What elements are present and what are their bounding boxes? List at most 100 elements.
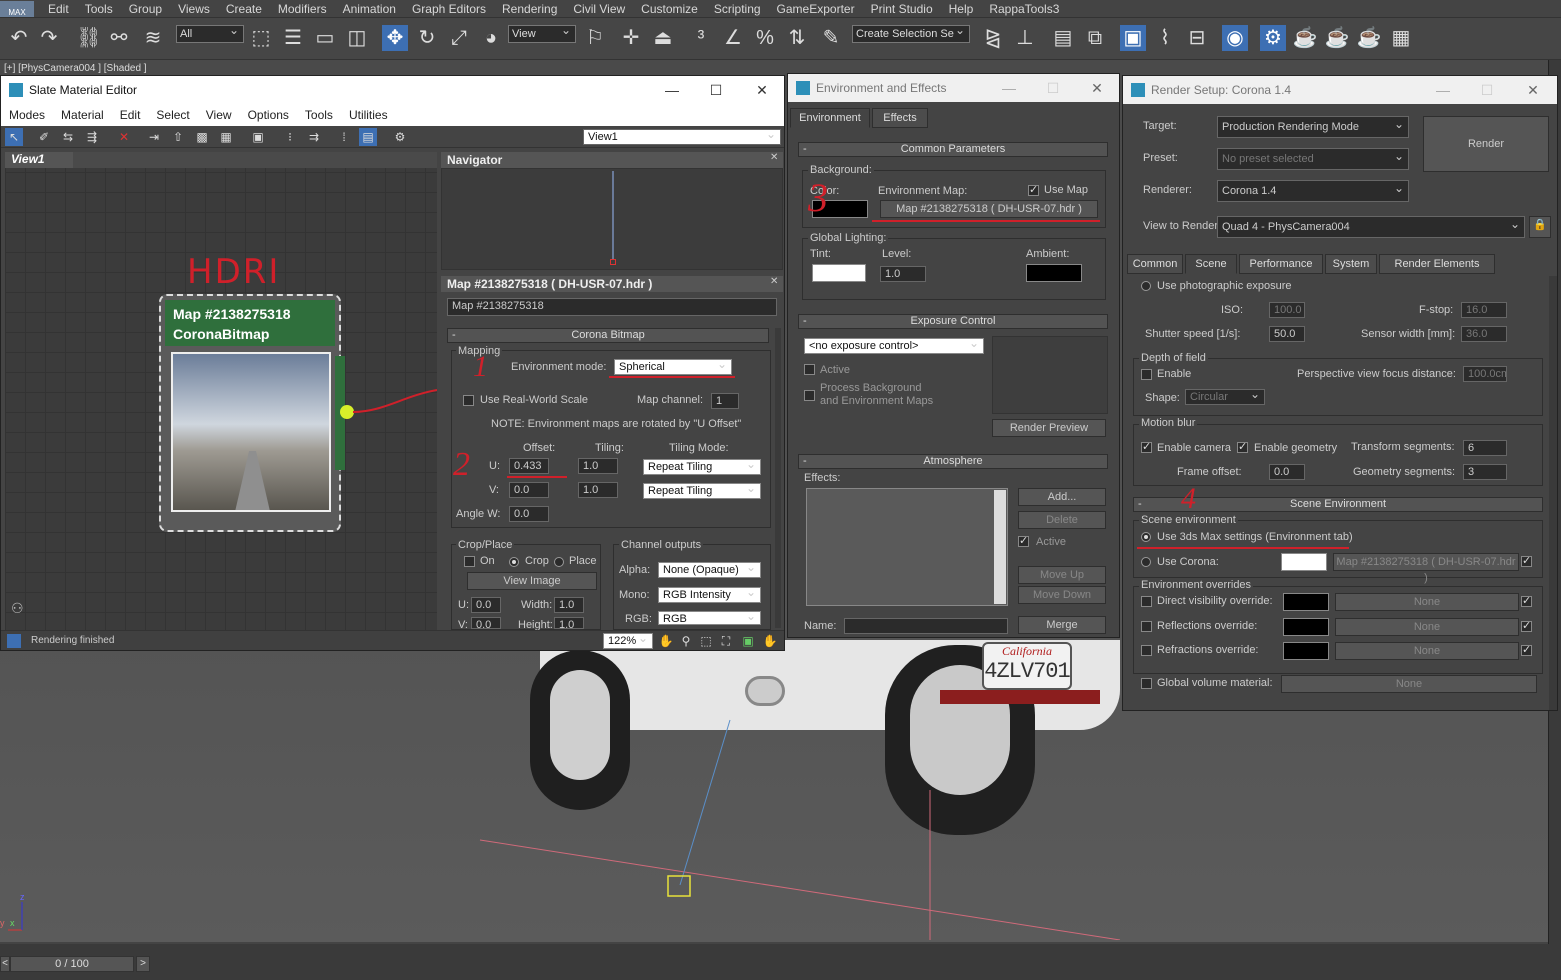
rgb-select[interactable]: RGB [658,611,761,625]
reflections-swatch[interactable] [1283,618,1329,636]
menu-rendering[interactable]: Rendering [494,0,565,18]
alpha-select[interactable]: None (Opaque) [658,562,761,578]
curve-editor-icon[interactable]: ⌇ [1152,25,1178,51]
render-button[interactable]: Render [1423,116,1549,172]
percent-snap-icon[interactable]: % [752,25,778,51]
menu-modifiers[interactable]: Modifiers [270,0,335,18]
crop-width-input[interactable]: 1.0 [554,597,584,613]
minimize-icon[interactable]: — [650,76,694,104]
view-to-render-select[interactable]: Quad 4 - PhysCamera004 [1217,216,1525,238]
env-mode-select[interactable]: Spherical [614,359,732,375]
use-corona-radio[interactable] [1141,557,1151,567]
render-production-icon[interactable]: ☕ [1324,25,1350,51]
global-volume-checkbox[interactable] [1141,678,1152,689]
direct-visibility-map-checkbox[interactable] [1521,594,1532,607]
menu-create[interactable]: Create [218,0,270,18]
u-tiling-mode-select[interactable]: Repeat Tiling [643,459,761,475]
zoom-extents-icon[interactable]: ⛶ [717,632,735,650]
dof-enable-checkbox[interactable] [1141,369,1152,380]
refractions-swatch[interactable] [1283,642,1329,660]
map-name-field[interactable]: Map #2138275318 [447,298,777,316]
crop-radio[interactable] [509,557,519,567]
direct-visibility-swatch[interactable] [1283,593,1329,611]
undo-icon[interactable]: ↶ [6,25,32,51]
angle-snap-icon[interactable]: ∠ [720,25,746,51]
zoom-extents-selected-icon[interactable]: ▣ [739,632,757,650]
layout-children-icon[interactable]: ⁝ [281,128,299,146]
scene-explorer-icon[interactable]: ▤ [1050,25,1076,51]
move-down-button[interactable]: Move Down [1018,586,1106,604]
mirror-icon[interactable]: ⧎ [980,25,1006,51]
tab-environment[interactable]: Environment [790,108,870,128]
move-up-button[interactable]: Move Up [1018,566,1106,584]
render-preview-button[interactable]: Render Preview [992,419,1106,437]
slate-menu-edit[interactable]: Edit [112,108,149,122]
effect-name-input[interactable] [844,618,1008,634]
shape-select[interactable]: Circular [1185,389,1265,405]
show-map-icon[interactable]: ▩ [193,128,211,146]
max-logo[interactable]: MAX [0,0,34,17]
menu-graph-editors[interactable]: Graph Editors [404,0,494,18]
fstop-input[interactable]: 16.0 [1461,302,1507,318]
exposure-select[interactable]: <no exposure control> [804,338,984,354]
use-map-checkbox[interactable] [1028,183,1039,196]
map-channel-input[interactable]: 1 [711,393,739,409]
time-prev-button[interactable]: < [0,956,10,972]
slate-menu-utilities[interactable]: Utilities [341,108,396,122]
corona-env-map-checkbox[interactable] [1521,554,1532,567]
tab-effects[interactable]: Effects [872,108,928,128]
zoom-select[interactable]: 122% [603,633,653,649]
crop-v-input[interactable]: 0.0 [471,617,501,629]
pick-material-icon[interactable]: ✐ [35,128,53,146]
render-tab-render-elements[interactable]: Render Elements [1379,254,1495,274]
geometry-segments-input[interactable]: 3 [1463,464,1507,480]
pan-to-selected-icon[interactable]: ✋ [761,632,779,650]
select-manipulate-icon[interactable]: ✛ [618,25,644,51]
view-image-button[interactable]: View Image [467,572,597,590]
mono-select[interactable]: RGB Intensity [658,587,761,603]
merge-button[interactable]: Merge [1018,616,1106,634]
render-activeshade-icon[interactable]: ▦ [1388,25,1414,51]
rotate-icon[interactable]: ↻ [414,25,440,51]
menu-civil-view[interactable]: Civil View [565,0,633,18]
schematic-view-icon[interactable]: ⊟ [1184,25,1210,51]
tint-swatch[interactable] [812,264,866,282]
navigator-close-icon[interactable]: ✕ [770,152,778,163]
navigator-panel[interactable] [441,168,783,270]
slate-menu-select[interactable]: Select [148,108,197,122]
delete-effect-button[interactable]: Delete [1018,511,1106,529]
iso-input[interactable]: 100.0 [1269,302,1305,318]
move-children-icon[interactable]: ⇥ [145,128,163,146]
align-icon[interactable]: ⊥ [1012,25,1038,51]
select-by-name-icon[interactable]: ☰ [280,25,306,51]
material-editor-icon[interactable]: ◉ [1222,25,1248,51]
view-select[interactable]: View1 [583,129,781,145]
place-icon[interactable]: ◕ [478,25,504,51]
assign-material-icon[interactable]: ⇶ [83,128,101,146]
atmosphere-rollout[interactable]: - Atmosphere [798,454,1108,469]
pivot-icon[interactable]: ⚐ [582,25,608,51]
render-minimize-icon[interactable]: — [1421,76,1465,104]
crop-u-input[interactable]: 0.0 [471,597,501,613]
focus-distance-input[interactable]: 100.0cm [1463,366,1507,382]
scale-icon[interactable]: ⤢ [446,25,472,51]
view-tab[interactable]: View1 [5,152,73,168]
select-by-material-icon[interactable]: ⁞ [335,128,353,146]
layer-explorer-icon[interactable]: ⧉ [1082,25,1108,51]
exposure-rollout[interactable]: - Exposure Control [798,314,1108,329]
renderer-select[interactable]: Corona 1.4 [1217,180,1409,202]
menu-animation[interactable]: Animation [335,0,404,18]
close-icon[interactable]: ✕ [740,76,784,104]
parameter-scrollbar[interactable] [775,328,781,628]
time-next-button[interactable]: > [136,956,150,972]
render-tab-system[interactable]: System [1325,254,1377,274]
render-tab-scene[interactable]: Scene [1185,254,1237,274]
camera-target-box[interactable] [667,875,691,897]
corona-bitmap-rollout[interactable]: - Corona Bitmap [447,328,769,343]
sensor-width-input[interactable]: 36.0 [1461,326,1507,342]
exposure-active-checkbox[interactable] [804,364,815,375]
maximize-icon[interactable]: ☐ [694,76,738,104]
v-offset-input[interactable]: 0.0 [509,482,549,498]
lock-view-icon[interactable]: 🔒 [1529,216,1551,238]
menu-print-studio[interactable]: Print Studio [863,0,941,18]
